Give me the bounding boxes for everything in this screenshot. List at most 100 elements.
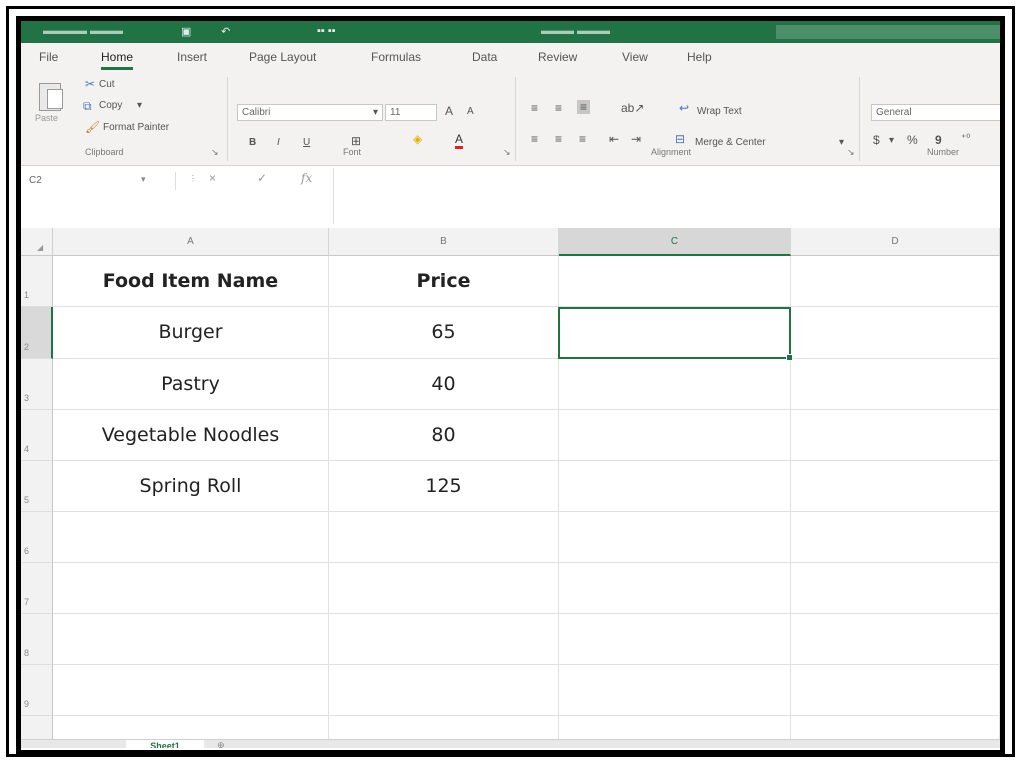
comma-style-button[interactable]: 9 bbox=[935, 133, 942, 147]
tab-insert[interactable]: Insert bbox=[177, 50, 207, 64]
bold-button[interactable]: B bbox=[249, 137, 256, 148]
format-painter-icon[interactable]: 🖌 bbox=[85, 120, 100, 134]
cell-b2[interactable]: 65 bbox=[329, 307, 559, 359]
cell-a3[interactable]: Pastry bbox=[53, 359, 329, 410]
cell-b4[interactable]: 80 bbox=[329, 410, 559, 461]
cell-c3[interactable] bbox=[559, 359, 791, 410]
middle-align-icon[interactable]: ≡ bbox=[555, 101, 562, 115]
font-color-button[interactable]: A bbox=[455, 133, 464, 149]
align-center-icon[interactable]: ≡ bbox=[555, 132, 562, 146]
currency-button[interactable]: $ bbox=[873, 133, 880, 147]
cell-d2[interactable] bbox=[791, 307, 1000, 359]
autosave-toggle[interactable]: ▬▬▬▬ ▬▬▬ bbox=[43, 25, 123, 37]
copy-icon[interactable]: ⧉ bbox=[83, 99, 92, 114]
cell-d8[interactable] bbox=[791, 614, 1000, 665]
grow-font-button[interactable]: A bbox=[445, 104, 453, 118]
save-icon[interactable]: ▣ bbox=[181, 25, 191, 38]
row-header-10[interactable] bbox=[21, 716, 53, 740]
cell-d7[interactable] bbox=[791, 563, 1000, 614]
cell-c10[interactable] bbox=[559, 716, 791, 740]
number-format-select[interactable]: General bbox=[871, 104, 1000, 121]
cut-button[interactable]: Cut bbox=[99, 79, 115, 90]
cell-d9[interactable] bbox=[791, 665, 1000, 716]
row-header-8[interactable]: 8 bbox=[21, 614, 53, 665]
row-header-5[interactable]: 5 bbox=[21, 461, 53, 512]
cell-b10[interactable] bbox=[329, 716, 559, 740]
enter-icon[interactable]: ✓ bbox=[257, 171, 267, 185]
cell-a2[interactable]: Burger bbox=[53, 307, 329, 359]
copy-button[interactable]: Copy bbox=[99, 100, 122, 111]
cell-c2[interactable] bbox=[559, 307, 791, 359]
row-header-9[interactable]: 9 bbox=[21, 665, 53, 716]
qat-icons[interactable]: ▪▪ ▪▪ bbox=[317, 25, 336, 37]
column-header-a[interactable]: A bbox=[53, 228, 329, 256]
cell-b9[interactable] bbox=[329, 665, 559, 716]
font-name-select[interactable]: Calibri bbox=[237, 104, 383, 121]
font-name-dropdown-icon[interactable]: ▾ bbox=[373, 107, 378, 118]
row-header-2[interactable]: 2 bbox=[21, 307, 53, 359]
increase-decimal-icon[interactable]: ⁺⁰ bbox=[961, 133, 970, 144]
cell-c8[interactable] bbox=[559, 614, 791, 665]
cell-b3[interactable]: 40 bbox=[329, 359, 559, 410]
merge-center-button[interactable]: Merge & Center bbox=[695, 137, 766, 148]
column-header-c[interactable]: C bbox=[559, 228, 791, 256]
cut-icon[interactable]: ✂ bbox=[85, 77, 95, 91]
paste-button[interactable]: Paste bbox=[35, 79, 65, 123]
font-size-select[interactable]: 11 bbox=[385, 104, 437, 121]
tab-review[interactable]: Review bbox=[538, 50, 577, 64]
cell-b5[interactable]: 125 bbox=[329, 461, 559, 512]
cell-a1[interactable]: Food Item Name bbox=[53, 256, 329, 307]
merge-center-dropdown-icon[interactable]: ▾ bbox=[839, 137, 844, 148]
cell-a5[interactable]: Spring Roll bbox=[53, 461, 329, 512]
wrap-text-button[interactable]: Wrap Text bbox=[697, 106, 742, 117]
formula-input[interactable] bbox=[333, 168, 1000, 224]
wrap-text-icon[interactable]: ↩ bbox=[679, 101, 689, 115]
format-painter-button[interactable]: Format Painter bbox=[103, 122, 169, 133]
undo-icon[interactable]: ↶ bbox=[221, 25, 230, 38]
row-header-6[interactable]: 6 bbox=[21, 512, 53, 563]
clipboard-launcher-icon[interactable]: ↘ bbox=[211, 147, 219, 158]
row-header-4[interactable]: 4 bbox=[21, 410, 53, 461]
insert-function-icon[interactable]: fx bbox=[301, 171, 312, 185]
cell-c4[interactable] bbox=[559, 410, 791, 461]
alignment-launcher-icon[interactable]: ↘ bbox=[847, 147, 855, 158]
bottom-align-icon[interactable]: ≡ bbox=[577, 100, 591, 114]
cell-d6[interactable] bbox=[791, 512, 1000, 563]
row-header-1[interactable]: 1 bbox=[21, 256, 53, 307]
cell-a6[interactable] bbox=[53, 512, 329, 563]
cell-d4[interactable] bbox=[791, 410, 1000, 461]
cell-b7[interactable] bbox=[329, 563, 559, 614]
tab-file[interactable]: File bbox=[39, 50, 58, 64]
borders-icon[interactable]: ⊞ bbox=[351, 134, 361, 148]
merge-center-icon[interactable]: ⊟ bbox=[675, 132, 685, 146]
cell-c6[interactable] bbox=[559, 512, 791, 563]
cell-c7[interactable] bbox=[559, 563, 791, 614]
tab-help[interactable]: Help bbox=[687, 50, 712, 64]
italic-button[interactable]: I bbox=[277, 137, 280, 148]
column-header-d[interactable]: D bbox=[791, 228, 1000, 256]
cell-d3[interactable] bbox=[791, 359, 1000, 410]
cell-b1[interactable]: Price bbox=[329, 256, 559, 307]
cell-a7[interactable] bbox=[53, 563, 329, 614]
underline-button[interactable]: U bbox=[303, 137, 310, 148]
tab-view[interactable]: View bbox=[622, 50, 648, 64]
increase-indent-icon[interactable]: ⇥ bbox=[631, 132, 641, 146]
decrease-indent-icon[interactable]: ⇤ bbox=[609, 132, 619, 146]
shrink-font-button[interactable]: A bbox=[467, 106, 474, 117]
top-align-icon[interactable]: ≡ bbox=[531, 101, 538, 115]
align-right-icon[interactable]: ≡ bbox=[579, 132, 586, 146]
cell-c9[interactable] bbox=[559, 665, 791, 716]
cell-d10[interactable] bbox=[791, 716, 1000, 740]
cancel-icon[interactable]: × bbox=[209, 171, 216, 185]
font-launcher-icon[interactable]: ↘ bbox=[503, 147, 511, 158]
cell-c1[interactable] bbox=[559, 256, 791, 307]
percent-button[interactable]: % bbox=[907, 133, 918, 147]
cell-c5[interactable] bbox=[559, 461, 791, 512]
cell-a4[interactable]: Vegetable Noodles bbox=[53, 410, 329, 461]
fill-color-icon[interactable]: ◈ bbox=[413, 132, 422, 146]
select-all-button[interactable]: ◢ bbox=[21, 228, 53, 256]
cell-a8[interactable] bbox=[53, 614, 329, 665]
name-box[interactable]: C2 ▾ bbox=[25, 172, 176, 190]
cell-d5[interactable] bbox=[791, 461, 1000, 512]
cell-d1[interactable] bbox=[791, 256, 1000, 307]
